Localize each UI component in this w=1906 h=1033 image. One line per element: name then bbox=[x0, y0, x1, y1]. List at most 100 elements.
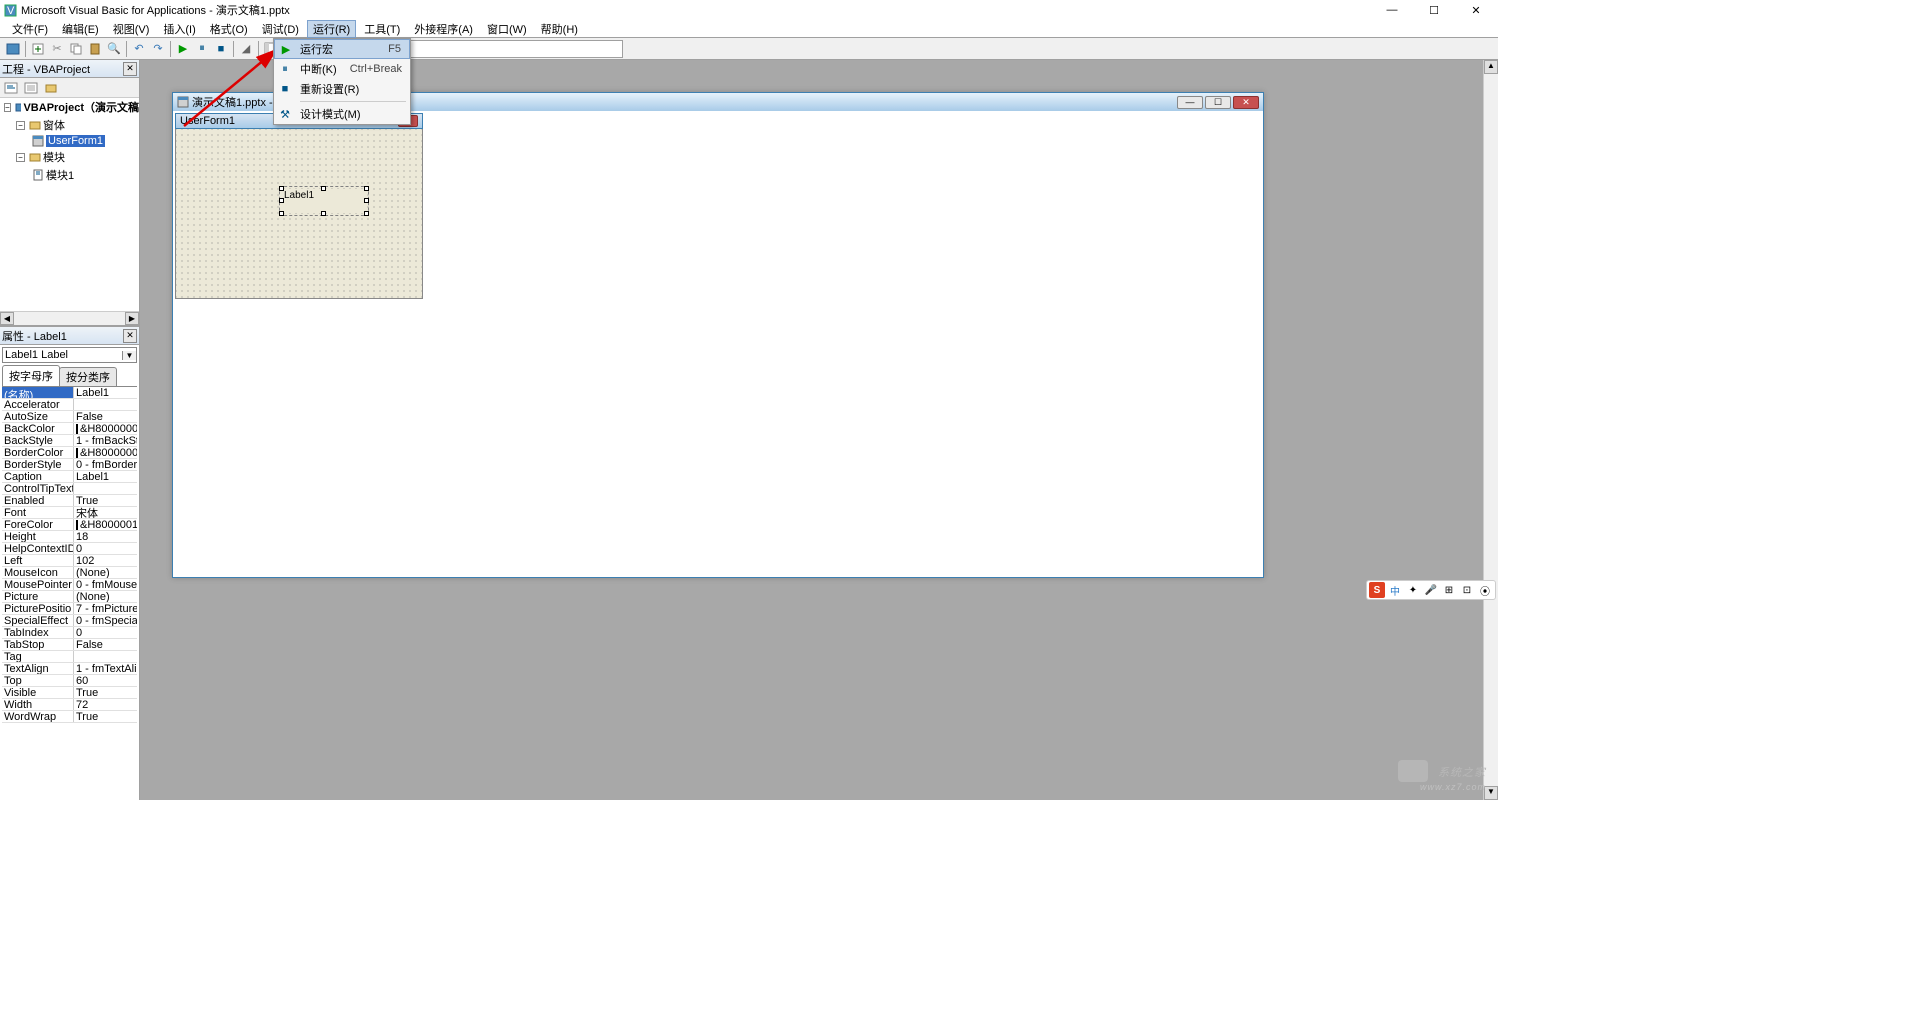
resize-handle-se[interactable] bbox=[364, 211, 369, 216]
view-code-button[interactable] bbox=[2, 80, 20, 96]
property-value[interactable]: True bbox=[74, 495, 137, 506]
property-row-left[interactable]: Left102 bbox=[2, 555, 137, 567]
mdi-close[interactable]: ✕ bbox=[1233, 96, 1259, 109]
menu-a[interactable]: 外接程序(A) bbox=[408, 20, 479, 38]
menu-f[interactable]: 文件(F) bbox=[6, 20, 54, 38]
property-row-tabindex[interactable]: TabIndex0 bbox=[2, 627, 137, 639]
paste-button[interactable] bbox=[86, 40, 104, 58]
menu-t[interactable]: 工具(T) bbox=[358, 20, 406, 38]
property-value[interactable]: (None) bbox=[74, 591, 137, 602]
menu-item-重新设置R[interactable]: ■重新设置(R) bbox=[274, 79, 410, 99]
toggle-folders-button[interactable] bbox=[42, 80, 60, 96]
menu-item-设计模式M[interactable]: ⚒设计模式(M) bbox=[274, 104, 410, 124]
property-row-bordercolor[interactable]: BorderColor&H80000006& bbox=[2, 447, 137, 459]
property-row-backcolor[interactable]: BackColor&H8000000F& bbox=[2, 423, 137, 435]
resize-handle-s[interactable] bbox=[321, 211, 326, 216]
minimize-button[interactable]: — bbox=[1380, 4, 1404, 17]
property-value[interactable]: True bbox=[74, 711, 137, 722]
ime-toolbar[interactable]: S 中✦🎤⊞⊡⦿ bbox=[1366, 580, 1496, 600]
design-mode-button[interactable]: ◢ bbox=[237, 40, 255, 58]
ime-item-2[interactable]: 🎤 bbox=[1423, 582, 1439, 598]
property-row-caption[interactable]: CaptionLabel1 bbox=[2, 471, 137, 483]
property-row-controltiptext[interactable]: ControlTipText bbox=[2, 483, 137, 495]
ime-item-0[interactable]: 中 bbox=[1387, 582, 1403, 598]
property-value[interactable]: 18 bbox=[74, 531, 137, 542]
mdi-maximize[interactable]: ☐ bbox=[1205, 96, 1231, 109]
object-selector[interactable]: Label1 Label ▼ bbox=[2, 347, 137, 363]
tree-item-module1[interactable]: 模块1 bbox=[0, 166, 139, 184]
mdi-minimize[interactable]: — bbox=[1177, 96, 1203, 109]
resize-handle-nw[interactable] bbox=[279, 186, 284, 191]
tree-scrollbar[interactable]: ◀ ▶ bbox=[0, 311, 139, 325]
tab-alphabetic[interactable]: 按字母序 bbox=[2, 365, 60, 386]
cut-button[interactable]: ✂ bbox=[48, 40, 66, 58]
ime-logo-icon[interactable]: S bbox=[1369, 582, 1385, 598]
property-row-picturepositio[interactable]: PicturePositio7 - fmPicture bbox=[2, 603, 137, 615]
property-row-autosize[interactable]: AutoSizeFalse bbox=[2, 411, 137, 423]
property-value[interactable] bbox=[74, 483, 137, 494]
property-row-tag[interactable]: Tag bbox=[2, 651, 137, 663]
property-row-backstyle[interactable]: BackStyle1 - fmBackSty bbox=[2, 435, 137, 447]
menu-v[interactable]: 视图(V) bbox=[107, 20, 156, 38]
menu-e[interactable]: 编辑(E) bbox=[56, 20, 105, 38]
property-row-enabled[interactable]: EnabledTrue bbox=[2, 495, 137, 507]
property-value[interactable]: &H80000012& bbox=[74, 519, 137, 530]
tree-folder-forms[interactable]: − 窗体 bbox=[0, 116, 139, 134]
project-tree[interactable]: − VBAProject（演示文稿 − 窗体 UserForm1 − 模块 模块… bbox=[0, 98, 139, 326]
property-value[interactable] bbox=[74, 651, 137, 662]
dropdown-arrow-icon[interactable]: ▼ bbox=[122, 351, 136, 360]
property-value[interactable]: 宋体 bbox=[74, 507, 137, 518]
scroll-down[interactable]: ▼ bbox=[1484, 786, 1498, 800]
property-value[interactable]: 102 bbox=[74, 555, 137, 566]
expander-icon[interactable]: − bbox=[16, 121, 25, 130]
property-value[interactable]: 60 bbox=[74, 675, 137, 686]
property-row-mouseicon[interactable]: MouseIcon(None) bbox=[2, 567, 137, 579]
property-value[interactable]: (None) bbox=[74, 567, 137, 578]
property-value[interactable]: Label1 bbox=[74, 387, 137, 398]
userform-surface[interactable]: Label1 bbox=[175, 129, 423, 299]
userform-designer[interactable]: UserForm1 ✕ Label1 bbox=[175, 113, 423, 299]
property-row-width[interactable]: Width72 bbox=[2, 699, 137, 711]
reset-button[interactable]: ■ bbox=[212, 40, 230, 58]
property-row-forecolor[interactable]: ForeColor&H80000012& bbox=[2, 519, 137, 531]
property-row-mousepointer[interactable]: MousePointer0 - fmMousePo bbox=[2, 579, 137, 591]
undo-button[interactable]: ↶ bbox=[130, 40, 148, 58]
menu-item-运行宏[interactable]: ▶运行宏F5 bbox=[274, 39, 410, 59]
property-value[interactable]: 1 - fmBackSty bbox=[74, 435, 137, 446]
menu-item-中断K[interactable]: ⏸中断(K)Ctrl+Break bbox=[274, 59, 410, 79]
resize-handle-e[interactable] bbox=[364, 198, 369, 203]
menu-w[interactable]: 窗口(W) bbox=[481, 20, 533, 38]
property-row-top[interactable]: Top60 bbox=[2, 675, 137, 687]
property-value[interactable]: &H8000000F& bbox=[74, 423, 137, 434]
tree-item-userform1[interactable]: UserForm1 bbox=[0, 134, 139, 148]
menu-i[interactable]: 插入(I) bbox=[157, 20, 201, 38]
run-button[interactable]: ▶ bbox=[174, 40, 192, 58]
menu-o[interactable]: 格式(O) bbox=[204, 20, 254, 38]
property-value[interactable]: False bbox=[74, 639, 137, 650]
ime-item-5[interactable]: ⦿ bbox=[1477, 582, 1493, 598]
tree-root[interactable]: − VBAProject（演示文稿 bbox=[0, 98, 139, 116]
ime-item-1[interactable]: ✦ bbox=[1405, 582, 1421, 598]
property-value[interactable]: 72 bbox=[74, 699, 137, 710]
property-row-wordwrap[interactable]: WordWrapTrue bbox=[2, 711, 137, 723]
property-row-specialeffect[interactable]: SpecialEffect0 - fmSpecial bbox=[2, 615, 137, 627]
redo-button[interactable]: ↷ bbox=[149, 40, 167, 58]
property-row-visible[interactable]: VisibleTrue bbox=[2, 687, 137, 699]
property-row-borderstyle[interactable]: BorderStyle0 - fmBorderS bbox=[2, 459, 137, 471]
property-row-picture[interactable]: Picture(None) bbox=[2, 591, 137, 603]
property-value[interactable]: True bbox=[74, 687, 137, 698]
designer-window[interactable]: 演示文稿1.pptx - — ☐ ✕ UserForm1 ✕ bbox=[172, 92, 1264, 578]
property-value[interactable]: False bbox=[74, 411, 137, 422]
resize-handle-n[interactable] bbox=[321, 186, 326, 191]
resize-handle-w[interactable] bbox=[279, 198, 284, 203]
menu-r[interactable]: 运行(R) bbox=[307, 20, 356, 38]
property-value[interactable]: Label1 bbox=[74, 471, 137, 482]
property-value[interactable]: &H80000006& bbox=[74, 447, 137, 458]
property-value[interactable]: 1 - fmTextAli bbox=[74, 663, 137, 674]
property-row-textalign[interactable]: TextAlign1 - fmTextAli bbox=[2, 663, 137, 675]
property-row-height[interactable]: Height18 bbox=[2, 531, 137, 543]
scroll-right[interactable]: ▶ bbox=[125, 312, 139, 325]
find-button[interactable]: 🔍 bbox=[105, 40, 123, 58]
property-value[interactable]: 0 - fmMousePo bbox=[74, 579, 137, 590]
property-row-[interactable]: (名称)Label1 bbox=[2, 387, 137, 399]
